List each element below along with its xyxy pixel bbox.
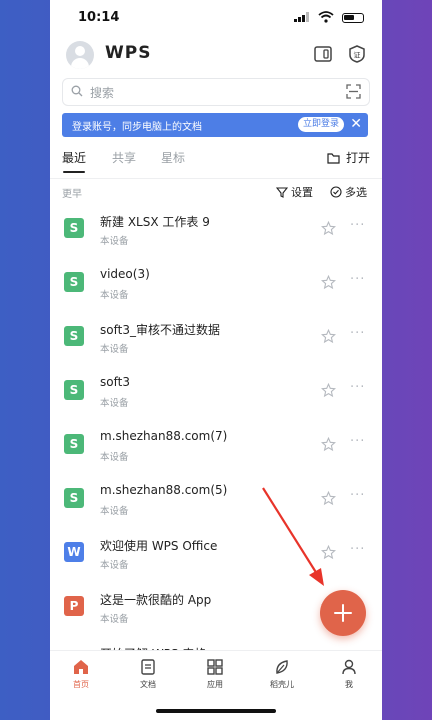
sheet-file-icon: S (64, 326, 84, 346)
search-bar[interactable]: 搜索 (62, 78, 370, 106)
tab-starred[interactable]: 星标 (161, 149, 185, 166)
nav-home[interactable]: 首页 (56, 658, 106, 690)
more-options-icon[interactable]: ··· (350, 326, 365, 341)
star-icon[interactable] (321, 221, 336, 236)
status-bar: 10:14 (50, 0, 382, 36)
file-location: 本设备 (100, 560, 129, 571)
open-button[interactable]: 打开 (327, 149, 370, 166)
home-icon (74, 660, 88, 674)
sheet-file-icon: S (64, 272, 84, 292)
star-icon[interactable] (321, 383, 336, 398)
list-item[interactable]: Ssoft3_审核不通过数据 本设备 ··· (50, 312, 382, 366)
list-item[interactable]: Sm.shezhan88.com(5) 本设备 ··· (50, 474, 382, 528)
tab-recent[interactable]: 最近 (62, 149, 86, 166)
phone-screen: 10:14 WPS 证 搜索 登录账号，同步电脑上的文档 立即登录 ✕ 最近 共… (50, 0, 382, 720)
status-time: 10:14 (78, 10, 120, 25)
sheet-file-icon: S (64, 218, 84, 238)
file-name: soft3_审核不通过数据 (100, 323, 220, 337)
file-name: 欢迎使用 WPS Office (100, 539, 218, 553)
group-label: 更早 (62, 189, 82, 200)
more-options-icon[interactable]: ··· (350, 488, 365, 503)
file-name: 新建 XLSX 工作表 9 (100, 215, 210, 229)
document-icon (141, 659, 155, 675)
star-icon[interactable] (321, 491, 336, 506)
word-file-icon: W (64, 542, 84, 562)
file-name: soft3 (100, 375, 130, 389)
file-tabs: 最近 共享 星标 打开 (50, 144, 382, 178)
more-options-icon[interactable]: ··· (350, 434, 365, 449)
folder-icon (327, 153, 340, 164)
wifi-icon (318, 11, 334, 23)
settings-button[interactable]: 设置 (275, 184, 313, 200)
login-now-button[interactable]: 立即登录 (298, 117, 345, 132)
more-options-icon[interactable]: ··· (350, 542, 365, 557)
certificate-icon[interactable]: 证 (347, 44, 367, 64)
sheet-file-icon: S (64, 380, 84, 400)
multi-select-label: 多选 (345, 186, 367, 199)
file-location: 本设备 (100, 506, 129, 517)
banner-text: 登录账号，同步电脑上的文档 (72, 122, 202, 133)
profile-icon (342, 659, 356, 675)
star-icon[interactable] (321, 437, 336, 452)
svg-text:证: 证 (354, 52, 361, 60)
avatar[interactable] (66, 41, 94, 69)
file-location: 本设备 (100, 452, 129, 463)
file-name: video(3) (100, 267, 150, 281)
file-name: m.shezhan88.com(5) (100, 483, 228, 497)
nav-home-label: 首页 (73, 680, 89, 689)
sheet-file-icon: S (64, 434, 84, 454)
apps-icon (207, 659, 223, 675)
file-location: 本设备 (100, 236, 129, 247)
tab-underline (63, 171, 85, 173)
nav-apps-label: 应用 (207, 680, 223, 689)
file-location: 本设备 (100, 398, 129, 409)
search-placeholder: 搜索 (90, 86, 115, 100)
list-item[interactable]: Svideo(3) 本设备 ··· (50, 258, 382, 312)
leaf-icon (276, 660, 288, 674)
nav-me[interactable]: 我 (324, 658, 374, 690)
nav-me-label: 我 (345, 680, 353, 689)
ppt-file-icon: P (64, 596, 84, 616)
new-file-fab-button[interactable] (320, 590, 366, 636)
close-icon[interactable]: ✕ (350, 117, 362, 132)
nav-documents[interactable]: 文档 (123, 658, 173, 690)
login-banner: 登录账号，同步电脑上的文档 立即登录 ✕ (62, 113, 368, 137)
list-item[interactable]: Sm.shezhan88.com(7) 本设备 ··· (50, 420, 382, 474)
settings-label: 设置 (291, 186, 313, 199)
sheet-file-icon: S (64, 488, 84, 508)
divider (50, 178, 382, 179)
star-icon[interactable] (321, 545, 336, 560)
list-item[interactable]: W 欢迎使用 WPS Office 本设备 ··· (50, 528, 382, 582)
scan-icon[interactable] (346, 84, 361, 99)
file-location: 本设备 (100, 614, 129, 625)
nav-documents-label: 文档 (140, 680, 156, 689)
list-item[interactable]: Ssoft3 本设备 ··· (50, 366, 382, 420)
star-icon[interactable] (321, 329, 336, 344)
list-subheader: 更早 设置 多选 (50, 182, 382, 202)
more-options-icon[interactable]: ··· (350, 380, 365, 395)
wps-logo: WPS (105, 43, 152, 63)
nav-docer-label: 稻壳儿 (270, 680, 294, 689)
home-indicator (156, 709, 276, 713)
file-name: m.shezhan88.com(7) (100, 429, 228, 443)
multi-select-button[interactable]: 多选 (330, 184, 367, 200)
device-switch-icon[interactable] (313, 44, 333, 64)
more-options-icon[interactable]: ··· (350, 272, 365, 287)
file-location: 本设备 (100, 290, 129, 301)
check-circle-icon (330, 186, 342, 198)
open-label: 打开 (345, 151, 370, 165)
file-name: 这是一款很酷的 App (100, 593, 212, 607)
nav-apps[interactable]: 应用 (190, 658, 240, 690)
search-icon (71, 85, 83, 97)
more-options-icon[interactable]: ··· (350, 218, 365, 233)
app-header: WPS 证 (50, 36, 382, 76)
battery-icon (342, 13, 364, 23)
filter-settings-icon (275, 187, 289, 198)
file-location: 本设备 (100, 344, 129, 355)
tab-shared[interactable]: 共享 (112, 149, 136, 166)
list-item[interactable]: S 新建 XLSX 工作表 9 本设备 ··· (50, 204, 382, 258)
star-icon[interactable] (321, 275, 336, 290)
nav-docer[interactable]: 稻壳儿 (257, 658, 307, 690)
signal-icon (294, 12, 309, 22)
